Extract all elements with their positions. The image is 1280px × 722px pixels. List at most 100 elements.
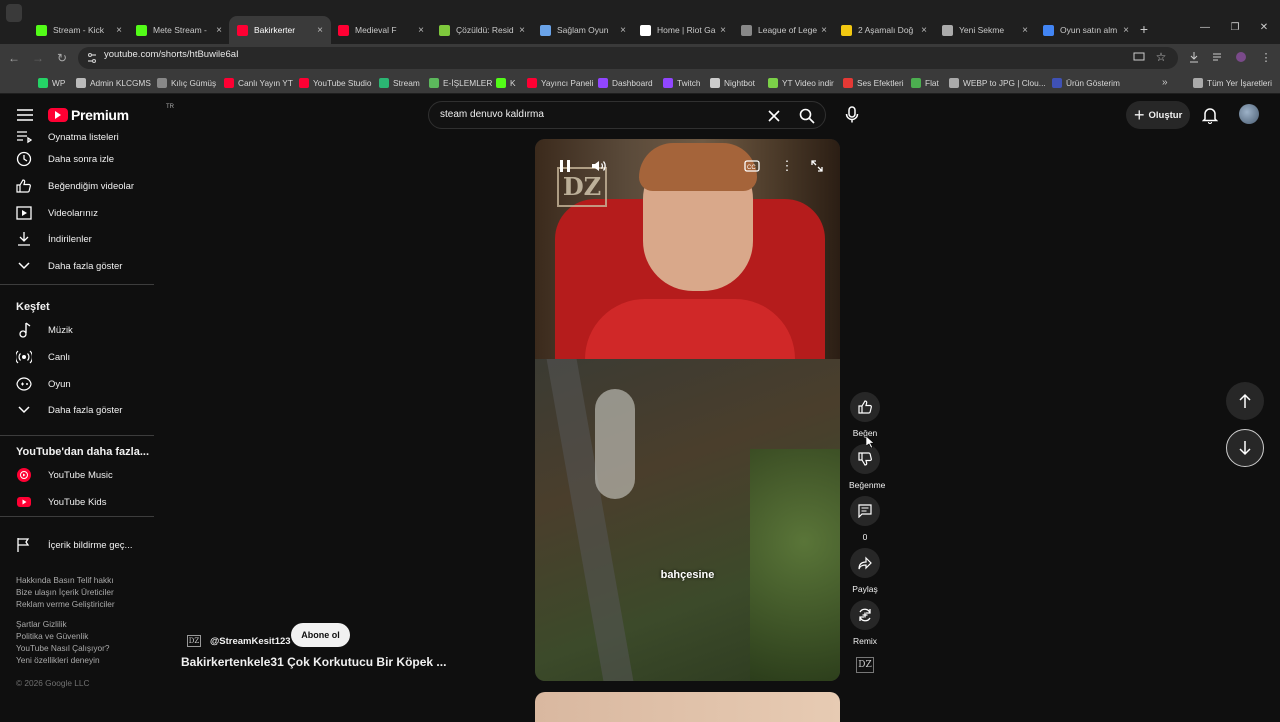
bookmark-item[interactable]: WP [38,77,65,89]
tab-0[interactable]: Stream - Kick × [28,16,130,44]
bookmark-item[interactable]: Kılıç Gümüş [157,77,216,89]
sidebar-item-youtube-kids[interactable]: YouTube Kids [16,493,106,511]
reload-button[interactable]: ↻ [54,50,70,66]
remix-action[interactable]: Remix [849,600,881,646]
bookmark-item[interactable]: Ses Efektleri [843,77,904,89]
microphone-icon[interactable] [843,106,861,124]
like-button[interactable] [850,392,880,422]
bookmark-item[interactable]: Canlı Yayın YT [224,77,293,89]
tab-close-icon[interactable]: × [620,25,626,36]
account-avatar[interactable] [1239,104,1259,124]
profile-icon[interactable] [1234,50,1248,64]
volume-icon[interactable] [591,159,607,173]
comments-button[interactable] [850,496,880,526]
close-window-button[interactable]: ✕ [1257,22,1271,36]
footer-links[interactable]: Politika ve Güvenlik [16,631,88,641]
tab-10[interactable]: Oyun satın alm × [1035,16,1137,44]
video-title[interactable]: Bakirkertenkele31 Çok Korkutucu Bir Köpe… [181,655,446,669]
search-icon[interactable] [798,107,816,125]
sidebar-item-playlist[interactable]: Oynatma listeleri [16,128,119,146]
more-bookmarks-icon[interactable]: » [1162,77,1168,88]
footer-links[interactable]: Şartlar Gizlilik [16,619,67,629]
bookmark-item[interactable]: WEBP to JPG | Clou... [949,77,1046,89]
downloads-icon[interactable] [1187,50,1201,64]
channel-name[interactable]: @StreamKesit123 [210,636,291,647]
remix-button[interactable] [850,600,880,630]
tab-close-icon[interactable]: × [720,25,726,36]
media-control-icon[interactable] [1211,50,1225,64]
tab-close-icon[interactable]: × [1123,25,1129,36]
forward-button[interactable]: → [30,50,46,66]
new-tab-button[interactable]: + [1136,20,1152,38]
sidebar-item-live[interactable]: Canlı [16,348,70,366]
sidebar-item-music[interactable]: Müzik [16,321,73,339]
bookmark-star-icon[interactable]: ☆ [1154,50,1168,64]
menu-icon[interactable] [16,108,34,122]
next-short-button[interactable] [1226,429,1264,467]
tab-6[interactable]: Home | Riot Ga × [632,16,734,44]
bookmark-item[interactable]: Yayıncı Paneli [527,77,593,89]
footer-links[interactable]: Bize ulaşın İçerik Üreticiler [16,587,114,597]
bookmark-item[interactable]: Tüm Yer İşaretleri [1193,77,1272,89]
channel-avatar[interactable]: DZ [187,635,201,647]
tab-close-icon[interactable]: × [519,25,525,36]
sidebar-item-thumb-up[interactable]: Beğendiğim videolar [16,177,134,195]
bookmark-item[interactable]: Stream [379,77,420,89]
share-button[interactable] [850,548,880,578]
youtube-logo[interactable]: Premium TR [48,104,174,124]
back-button[interactable]: ← [6,50,22,66]
previous-short-button[interactable] [1226,382,1264,420]
site-info-icon[interactable] [86,52,98,64]
pause-icon[interactable] [557,159,573,173]
search-input[interactable]: steam denuvo kaldırma [440,109,544,120]
url-text[interactable]: youtube.com/shorts/htBuwile6aI [104,49,239,60]
footer-links[interactable]: Yeni özellikleri deneyin [16,655,100,665]
sidebar-item-flag[interactable]: İçerik bildirme geç... [16,536,132,554]
shorts-video-player[interactable]: DZ CC ⋮ bahçesine [535,139,840,681]
tab-close-icon[interactable]: × [216,25,222,36]
tab-4[interactable]: Çözüldü: Resid × [431,16,533,44]
sidebar-item-chevron-down[interactable]: Daha fazla göster [16,257,122,275]
tab-close-icon[interactable]: × [317,25,323,36]
tab-2[interactable]: Bakirkerter × [229,16,331,44]
sound-source-thumbnail[interactable]: DZ [856,657,874,673]
bookmark-item[interactable]: Ürün Gösterim [1052,77,1120,89]
sidebar-item-gaming[interactable]: Oyun [16,375,71,393]
bookmark-item[interactable]: E-İŞLEMLER [429,77,492,89]
sidebar-item-clock[interactable]: Daha sonra izle [16,150,114,168]
minimize-button[interactable]: — [1198,22,1212,36]
tab-9[interactable]: Yeni Sekme × [934,16,1036,44]
tab-close-icon[interactable]: × [1022,25,1028,36]
sidebar-item-video[interactable]: Videolarınız [16,204,98,222]
share-action[interactable]: Paylaş [849,548,881,594]
footer-links[interactable]: Hakkında Basın Telif hakkı [16,575,114,585]
bookmark-item[interactable]: YT Video indir [768,77,834,89]
bookmark-item[interactable]: Nightbot [710,77,755,89]
footer-links[interactable]: Reklam verme Geliştiriciler [16,599,115,609]
next-short-preview[interactable] [535,692,840,722]
like-action[interactable]: Beğen [849,392,881,438]
captions-icon[interactable]: CC [744,159,760,173]
tab-close-icon[interactable]: × [921,25,927,36]
footer-links[interactable]: YouTube Nasıl Çalışıyor? [16,643,109,653]
comments-action[interactable]: 0 [849,496,881,542]
maximize-button[interactable]: ❐ [1228,22,1242,36]
more-options-icon[interactable]: ⋮ [779,158,795,173]
tab-close-icon[interactable]: × [821,25,827,36]
more-menu-icon[interactable]: ⋮ [1259,50,1273,64]
subscribe-button[interactable]: Abone ol [291,623,350,647]
dislike-button[interactable] [850,444,880,474]
bookmark-item[interactable]: Twitch [663,77,701,89]
sidebar-item-chevron-down[interactable]: Daha fazla göster [16,401,122,419]
tab-5[interactable]: Sağlam Oyun × [532,16,634,44]
tab-close-icon[interactable]: × [418,25,424,36]
notifications-bell-icon[interactable] [1202,106,1218,124]
fullscreen-icon[interactable] [809,159,825,173]
bookmark-item[interactable]: Dashboard [598,77,653,89]
tab-8[interactable]: 2 Aşamalı Doğ × [833,16,935,44]
bookmark-item[interactable]: YouTube Studio [299,77,371,89]
tab-3[interactable]: Medieval F × [330,16,432,44]
create-button[interactable]: + Oluştur [1126,101,1190,129]
bookmark-item[interactable]: K [496,77,516,89]
dislike-action[interactable]: Beğenme [849,444,885,490]
